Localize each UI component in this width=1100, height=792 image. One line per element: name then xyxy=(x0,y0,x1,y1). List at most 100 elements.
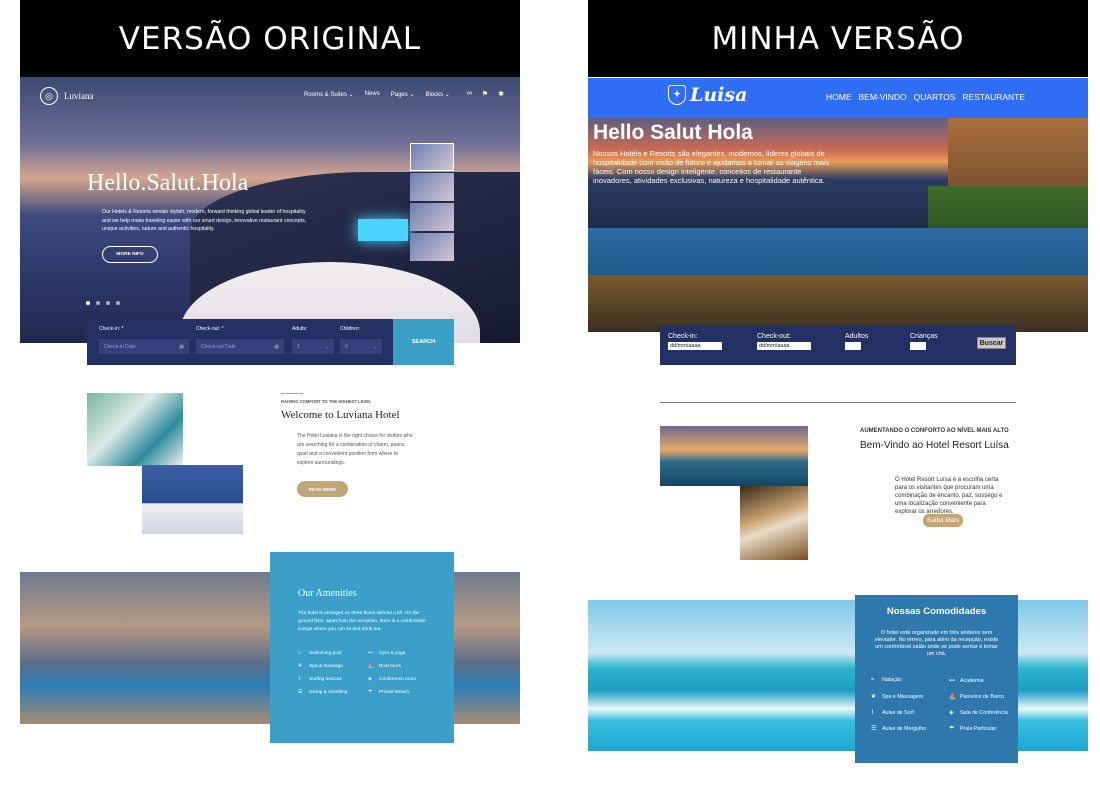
dumbbell-icon: ⊷ xyxy=(368,651,373,656)
amenity-item: ≈ Natação xyxy=(871,677,949,684)
adults-select[interactable]: 1 ⌄ xyxy=(292,339,334,354)
my-nav-links: HOME BEM-VINDO QUARTOS RESTAURANTE xyxy=(826,92,1025,102)
boat-icon: ⛵ xyxy=(368,664,374,669)
adults-label: Adults: xyxy=(292,326,308,332)
slider-dots xyxy=(86,301,120,305)
amenity-item: ☰ Diving & snorkling xyxy=(298,690,368,695)
amenity-label: Academia xyxy=(960,678,984,684)
diving-icon: ☰ xyxy=(871,726,877,732)
original-logo[interactable]: ◎ Luviana xyxy=(40,87,94,105)
social-icons: ∞ ⚑ ✱ xyxy=(467,90,504,98)
chevron-down-icon: ⌄ xyxy=(324,343,329,350)
boat-icon: ⛵ xyxy=(949,694,957,700)
checkin-label: Check-in: xyxy=(668,333,698,340)
beach-icon: ☂ xyxy=(368,690,373,695)
amenity-item: ☰ Aulas de Mergulho xyxy=(871,725,949,732)
swimming-icon: ≈ xyxy=(298,651,301,656)
amenities-box: Nossas Comodidades O hotel está organiza… xyxy=(855,595,1018,763)
checkin-input[interactable]: Check-in Date ▦ xyxy=(99,339,189,354)
slider-dot[interactable] xyxy=(106,301,110,305)
my-navbar: ✦ Luisa HOME BEM-VINDO QUARTOS RESTAURAN… xyxy=(588,78,1088,118)
welcome-kicker: AUMENTANDO O CONFORTO AO NÍVEL MAIS ALTO xyxy=(860,428,1009,434)
kicker-divider xyxy=(281,393,303,394)
hero-thumbnail[interactable] xyxy=(410,173,454,201)
nav-item-quartos[interactable]: QUARTOS xyxy=(914,92,956,102)
original-hero: ◎ Luviana Rooms & Suites ⌄ News Pages ⌄ … xyxy=(20,77,520,343)
nav-item-pages[interactable]: Pages ⌄ xyxy=(391,91,415,98)
tripadvisor-icon[interactable]: ∞ xyxy=(467,90,472,98)
original-welcome-section: RAISING COMFORT TO THE HIGHEST LEVEL Wel… xyxy=(20,385,520,545)
hero-thumbnail[interactable] xyxy=(410,203,454,231)
amenities-title: Our Amenities xyxy=(298,588,357,599)
swimming-icon: ≈ xyxy=(871,677,875,683)
original-version-panel: VERSÃO ORIGINAL ◎ Luviana Rooms & Suites… xyxy=(20,0,520,792)
slider-dot[interactable] xyxy=(86,301,90,305)
saiba-mais-button[interactable]: Saiba Mais xyxy=(923,514,963,527)
nav-item-home[interactable]: HOME xyxy=(826,92,852,102)
slider-dot[interactable] xyxy=(96,301,100,305)
children-label: Children: xyxy=(340,326,361,332)
welcome-kicker: RAISING COMFORT TO THE HIGHEST LEVEL xyxy=(281,399,372,404)
amenities-text: O hotel está organizado em três andares … xyxy=(874,630,999,657)
yelp-icon[interactable]: ✱ xyxy=(498,90,504,98)
surf-icon: ⌇ xyxy=(298,677,301,682)
spa-icon: ❦ xyxy=(298,664,303,669)
amenity-item: ⊷ Gym & yoga xyxy=(368,651,438,656)
original-nav: Rooms & Suites ⌄ News Pages ⌄ Blocks ⌄ xyxy=(304,91,450,98)
hero-title: Hello.Salut.Hola xyxy=(87,170,249,196)
checkout-input[interactable]: Check-out Date ▦ xyxy=(196,339,284,354)
nav-item-bem-vindo[interactable]: BEM-VINDO xyxy=(859,92,907,102)
read-more-button[interactable]: READ MORE xyxy=(297,481,348,497)
nav-item-blocks[interactable]: Blocks ⌄ xyxy=(425,91,449,98)
children-select[interactable]: 0 ⌄ xyxy=(340,339,382,354)
welcome-text: O Hotel Resort Luísa é a escolha certa p… xyxy=(895,477,1003,515)
logo-emblem-icon: ◎ xyxy=(40,87,58,105)
checkout-date-input[interactable]: dd/mm/aaaa xyxy=(757,342,811,350)
calendar-icon: ▦ xyxy=(179,343,184,350)
slider-dot[interactable] xyxy=(116,301,120,305)
checkout-placeholder: Check-out Date xyxy=(201,343,236,350)
foursquare-icon[interactable]: ⚑ xyxy=(482,90,488,98)
nav-item-rooms[interactable]: Rooms & Suites ⌄ xyxy=(304,91,354,98)
hero-text: Nossos Hotéis e Resorts são elegantes, m… xyxy=(593,149,830,185)
spa-icon: ❦ xyxy=(871,694,877,700)
amenity-label: Praia Particular xyxy=(960,726,997,732)
amenity-item: ⌇ Aulas de Surf xyxy=(871,709,949,716)
amenities-box: Our Amenities The hotel is arranged on t… xyxy=(270,552,454,743)
dumbbell-icon: ⊷ xyxy=(949,678,955,684)
hero-thumbnail[interactable] xyxy=(410,233,454,261)
amenities-title: Nossas Comodidades xyxy=(886,606,987,617)
overwater-hut-image xyxy=(660,426,808,486)
original-amenities-section: Our Amenities The hotel is arranged on t… xyxy=(20,552,520,752)
logo-text: Luviana xyxy=(64,91,94,101)
my-booking-form: Check-in: dd/mm/aaaa Check-out: dd/mm/aa… xyxy=(660,325,1016,365)
buscar-button[interactable]: Buscar xyxy=(977,337,1006,349)
nav-item-news[interactable]: News xyxy=(365,91,380,98)
hero-thumbnail[interactable] xyxy=(410,143,454,171)
amenity-label: Sala de Conferência xyxy=(960,710,1008,716)
checkout-date-value: dd/mm/aaaa xyxy=(759,343,790,349)
conference-icon: ◈ xyxy=(368,677,372,682)
search-button[interactable]: SEARCH xyxy=(393,319,454,365)
more-info-button[interactable]: MORE INFO xyxy=(102,246,158,263)
amenity-item: ⛵ Boat tours xyxy=(368,664,438,669)
amenity-label: Swimming pool xyxy=(309,651,342,656)
my-version-panel: MINHA VERSÃO Hello Salut Hola Nossos Hot… xyxy=(588,0,1088,792)
nav-item-restaurante[interactable]: RESTAURANTE xyxy=(962,92,1025,102)
calendar-icon: ▦ xyxy=(274,343,279,350)
checkin-label: Check-in: * xyxy=(99,326,124,332)
children-input[interactable] xyxy=(910,342,926,350)
amenities-text: The hotel is arranged on three floors wi… xyxy=(298,611,426,632)
my-logo[interactable]: ✦ Luisa xyxy=(668,84,747,106)
adults-input[interactable] xyxy=(845,342,861,350)
amenity-label: Aulas de Mergulho xyxy=(882,726,927,732)
welcome-text: The Hotel Luviana is the right choice fo… xyxy=(297,433,413,466)
amenity-item: ≈ Swimming pool xyxy=(298,651,368,656)
amenity-item: ◈ Conference room xyxy=(368,677,438,682)
checkin-date-input[interactable]: dd/mm/aaaa xyxy=(668,342,722,350)
chevron-down-icon: ⌄ xyxy=(372,343,377,350)
original-booking-form: Check-in: * Check-in Date ▦ Check-out: *… xyxy=(87,319,454,365)
children-value: 0 xyxy=(345,343,348,350)
amenity-item: ❦ Spa & massage xyxy=(298,664,368,669)
checkout-label: Check-out: * xyxy=(196,326,224,332)
